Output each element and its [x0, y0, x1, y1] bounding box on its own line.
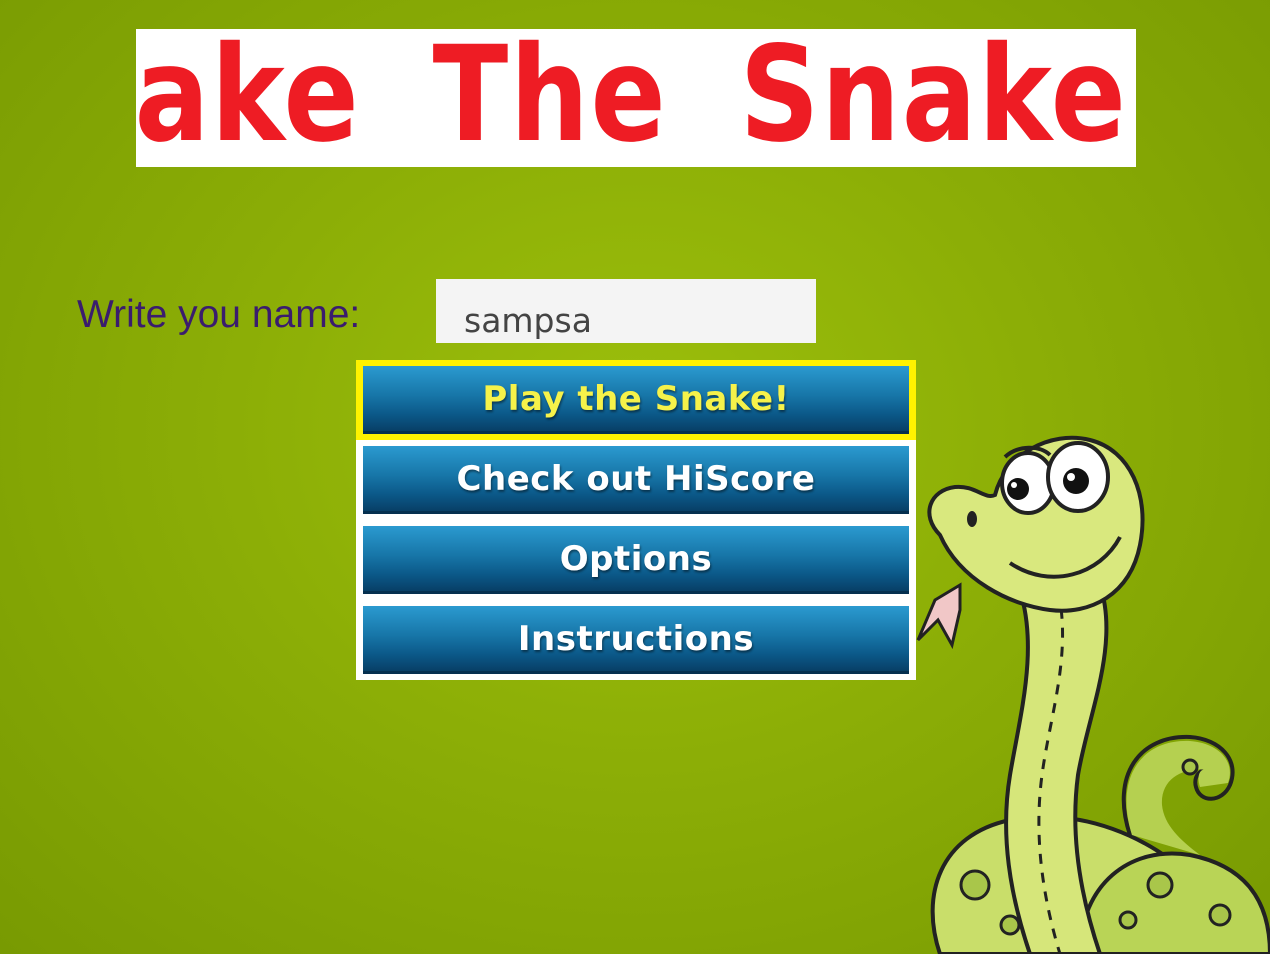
options-button-label: Options [363, 526, 909, 594]
cartoon-snake-icon [916, 435, 1270, 954]
main-menu: Play the Snake! Check out HiScore Option… [356, 360, 916, 680]
instructions-button-label: Instructions [363, 606, 909, 674]
play-button[interactable]: Play the Snake! [356, 360, 916, 440]
name-input[interactable] [436, 279, 816, 343]
hiscore-button-label: Check out HiScore [363, 446, 909, 514]
title-banner: Jake The Snake! [136, 29, 1136, 167]
options-button[interactable]: Options [356, 520, 916, 600]
hiscore-button[interactable]: Check out HiScore [356, 440, 916, 520]
play-button-label: Play the Snake! [363, 366, 909, 434]
instructions-button[interactable]: Instructions [356, 600, 916, 680]
name-label: Write you name: [77, 293, 361, 336]
game-title: Jake The Snake! [136, 29, 1136, 167]
